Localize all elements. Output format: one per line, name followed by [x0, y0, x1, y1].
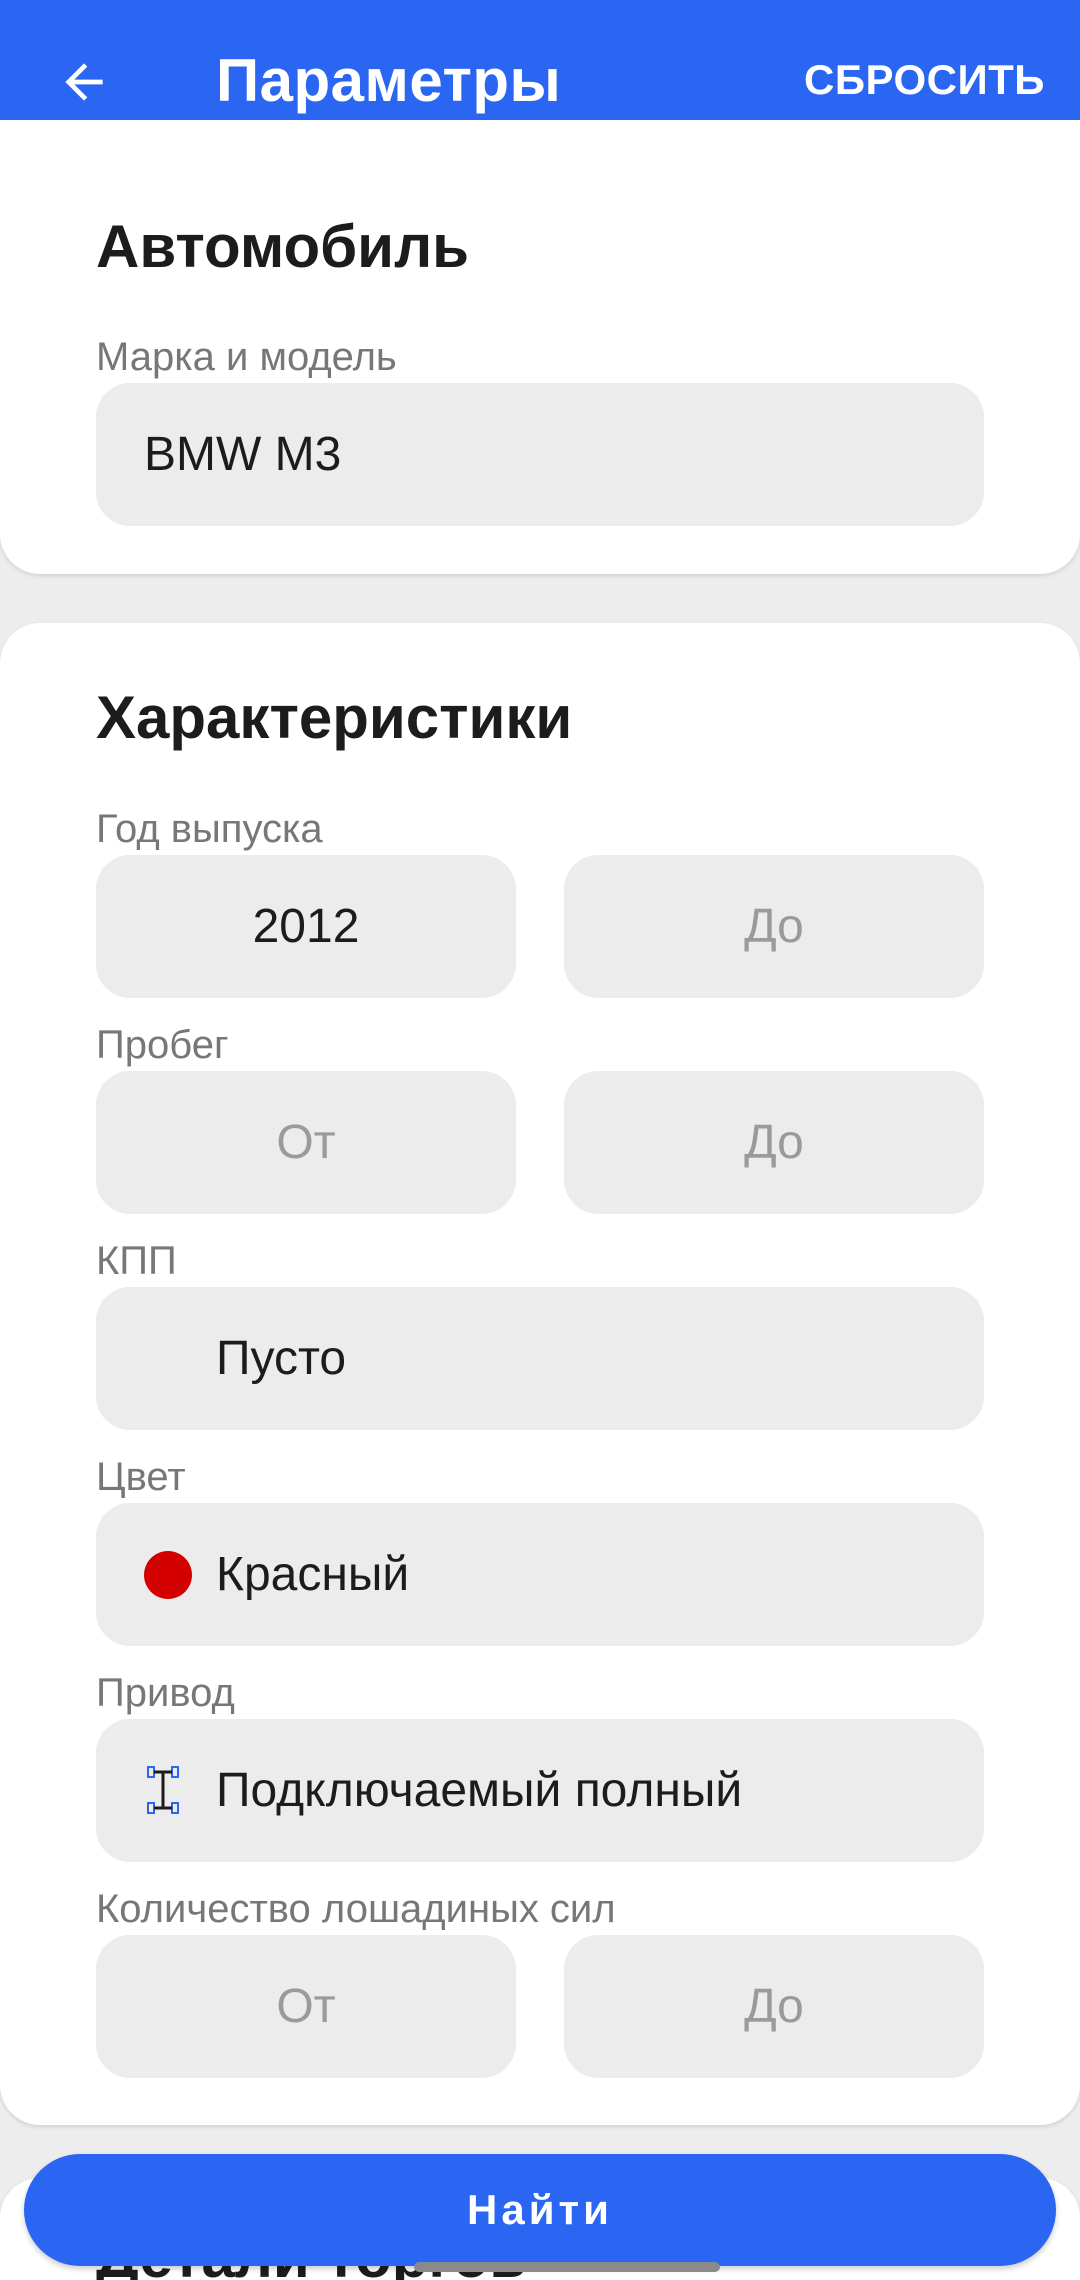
year-to-field[interactable]: До	[564, 855, 984, 998]
transmission-label: КПП	[96, 1239, 177, 1283]
year-from-value: 2012	[252, 900, 360, 953]
horsepower-to-placeholder: До	[744, 1980, 804, 2033]
home-indicator[interactable]	[414, 2262, 720, 2272]
drive-select[interactable]: Подключаемый полный	[96, 1719, 984, 1862]
reset-button[interactable]: СБРОСИТЬ	[804, 56, 1045, 104]
mileage-to-field[interactable]: До	[564, 1071, 984, 1214]
horsepower-to-field[interactable]: До	[564, 1935, 984, 2078]
horsepower-from-placeholder: От	[276, 1980, 336, 2033]
red-color-swatch-icon	[144, 1551, 192, 1599]
arrow-left-icon	[65, 63, 103, 101]
transmission-select[interactable]: Пусто	[96, 1287, 984, 1430]
year-label: Год выпуска	[96, 807, 323, 851]
year-to-placeholder: До	[744, 900, 804, 953]
specs-section-title: Характеристики	[96, 684, 573, 751]
mileage-from-placeholder: От	[276, 1116, 336, 1169]
make-model-field[interactable]: BMW M3	[96, 383, 984, 526]
make-model-value: BMW M3	[144, 428, 342, 481]
car-section-title: Автомобиль	[96, 213, 470, 280]
find-button[interactable]: Найти	[24, 2154, 1056, 2266]
drive-value: Подключаемый полный	[216, 1764, 743, 1817]
mileage-to-placeholder: До	[744, 1116, 804, 1169]
mileage-label: Пробег	[96, 1023, 229, 1067]
color-select[interactable]: Красный	[96, 1503, 984, 1646]
make-model-label: Марка и модель	[96, 335, 397, 379]
drivetrain-icon	[147, 1766, 179, 1814]
horsepower-label: Количество лошадиных сил	[96, 1887, 616, 1931]
mileage-from-field[interactable]: От	[96, 1071, 516, 1214]
transmission-value: Пусто	[216, 1332, 347, 1385]
horsepower-from-field[interactable]: От	[96, 1935, 516, 2078]
drive-label: Привод	[96, 1671, 235, 1715]
back-button[interactable]	[52, 50, 116, 114]
year-from-field[interactable]: 2012	[96, 855, 516, 998]
color-label: Цвет	[96, 1455, 186, 1499]
page-title: Параметры	[216, 47, 562, 114]
color-value: Красный	[216, 1548, 410, 1601]
